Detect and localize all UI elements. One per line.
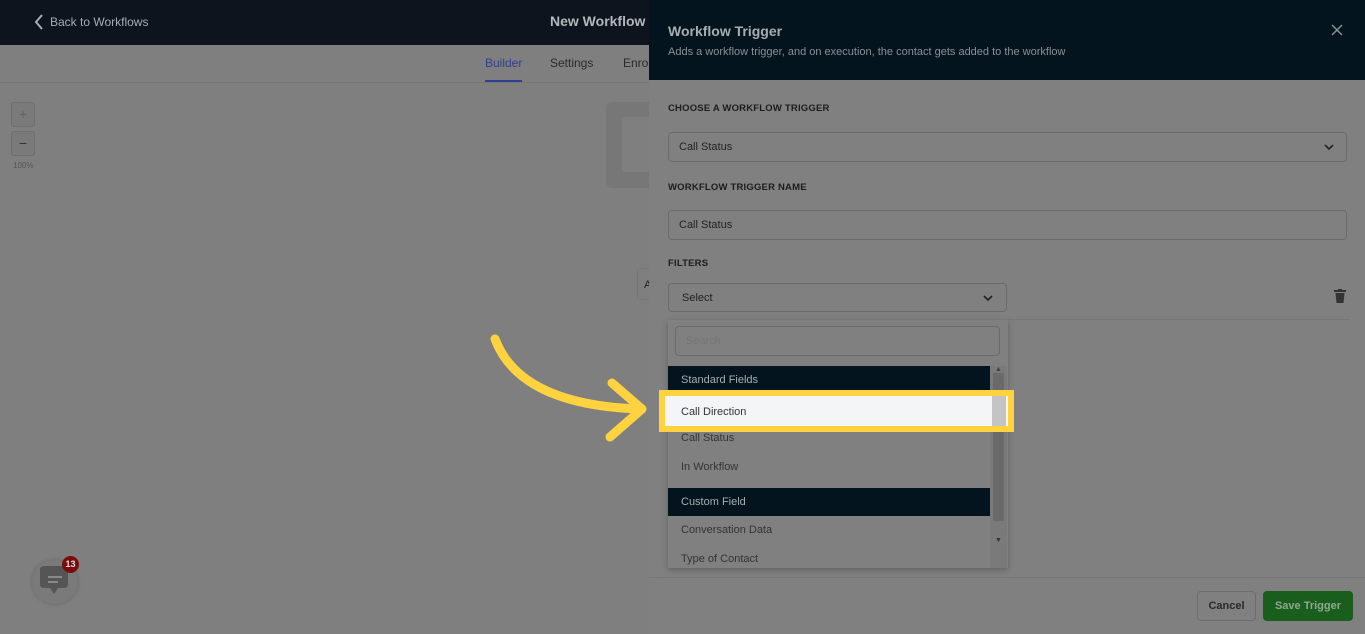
tab-enrollment[interactable]: Enro — [623, 56, 648, 70]
tab-settings[interactable]: Settings — [550, 56, 593, 70]
dropdown-search-input[interactable] — [675, 326, 1000, 356]
pointer-arrow-icon — [490, 334, 647, 442]
tab-builder[interactable]: Builder — [485, 56, 523, 82]
filters-label: FILTERS — [668, 258, 709, 269]
scrollbar-thumb[interactable] — [992, 396, 1006, 426]
zoom-out-button[interactable]: − — [11, 131, 35, 156]
option-type-of-contact[interactable]: Type of Contact — [681, 553, 758, 565]
option-in-workflow[interactable]: In Workflow — [681, 461, 738, 473]
panel-title: Workflow Trigger — [668, 23, 783, 39]
highlight-box: Call Direction — [659, 390, 1014, 432]
chevron-left-icon — [34, 14, 43, 30]
footer-divider — [649, 577, 1365, 578]
close-icon[interactable] — [1331, 24, 1343, 36]
panel-subtitle: Adds a workflow trigger, and on executio… — [668, 46, 1066, 58]
unread-badge: 13 — [62, 556, 79, 573]
divider — [1007, 319, 1350, 320]
save-trigger-button[interactable]: Save Trigger — [1263, 591, 1353, 621]
filter-field-select[interactable]: Select — [668, 283, 1007, 312]
tab-bar: Builder Settings Enro — [0, 45, 649, 83]
trigger-name-input[interactable] — [668, 210, 1347, 240]
filter-dropdown-menu: Standard Fields Call Status In Workflow … — [668, 320, 1008, 568]
option-call-direction[interactable]: Call Direction — [681, 406, 746, 418]
group-custom-field: Custom Field — [668, 488, 990, 516]
chevron-down-icon — [983, 295, 993, 302]
choose-trigger-label: CHOOSE A WORKFLOW TRIGGER — [668, 103, 830, 114]
option-conversation-data[interactable]: Conversation Data — [681, 524, 772, 536]
back-to-workflows-link[interactable]: Back to Workflows — [34, 14, 148, 30]
trigger-name-label: WORKFLOW TRIGGER NAME — [668, 182, 807, 193]
option-call-status[interactable]: Call Status — [681, 432, 734, 444]
cancel-button[interactable]: Cancel — [1197, 591, 1256, 621]
workflow-title: New Workflow — [550, 13, 646, 29]
zoom-level: 100% — [13, 161, 34, 170]
panel-header: Workflow Trigger Adds a workflow trigger… — [649, 0, 1365, 80]
trash-icon[interactable] — [1334, 289, 1346, 303]
chat-widget-button[interactable]: 13 — [32, 556, 79, 604]
zoom-in-button[interactable]: + — [11, 102, 35, 127]
trigger-select[interactable]: Call Status — [668, 132, 1347, 162]
chevron-down-icon — [1324, 144, 1334, 151]
